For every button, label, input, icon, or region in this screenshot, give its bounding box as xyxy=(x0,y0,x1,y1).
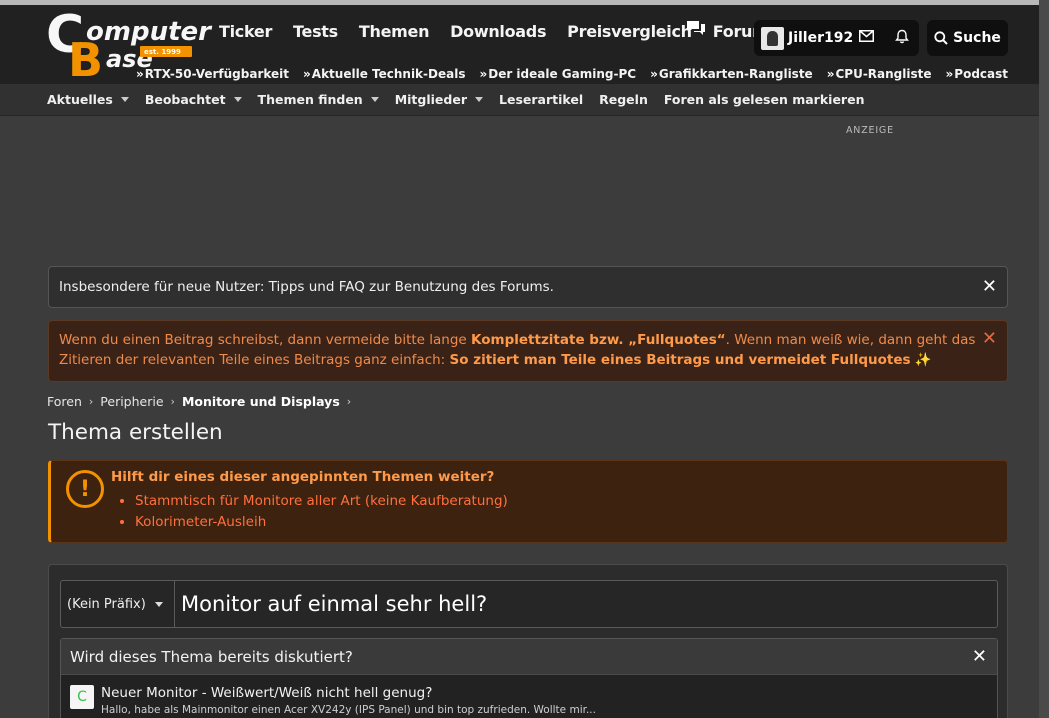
title-row: (Kein Präfix) xyxy=(60,580,998,628)
pinned-threads-box: ! Hilft dir eines dieser angepinnten The… xyxy=(48,460,1008,543)
site-header: C omputer B ase est. 1999 Ticker Tests T… xyxy=(0,5,1049,84)
scrollbar[interactable] xyxy=(1039,0,1049,718)
similar-threads-box: Wird dieses Thema bereits diskutiert? ✕ … xyxy=(60,638,998,718)
logo-est: est. 1999 xyxy=(144,48,181,56)
chevron-down-icon xyxy=(120,97,129,102)
bell-icon[interactable] xyxy=(895,29,909,44)
notice-quotes-bold-1: Komplettzitate bzw. „Fullquotes“ xyxy=(471,332,726,348)
username: Jiller192 xyxy=(788,30,854,46)
nav-tests[interactable]: Tests xyxy=(293,22,338,41)
similar-thread-snippet: Hallo, habe als Mainmonitor einen Acer X… xyxy=(101,704,596,716)
quicklink-deals[interactable]: »Aktuelle Technik-Deals xyxy=(303,67,465,81)
avatar xyxy=(761,26,784,50)
notice-fullquotes: Wenn du einen Beitrag schreibst, dann ve… xyxy=(48,320,1008,382)
notice-tips: Insbesondere für neue Nutzer: Tipps und … xyxy=(48,266,1008,308)
chevron-right-icon: › xyxy=(346,395,352,408)
close-icon[interactable]: ✕ xyxy=(982,278,997,296)
prefix-select[interactable]: (Kein Präfix) xyxy=(61,581,175,627)
thread-avatar-icon: C xyxy=(70,685,94,709)
chevron-right-icon: › xyxy=(170,395,175,408)
subnav-beobachtet[interactable]: Beobachtet xyxy=(145,92,242,107)
subnav-leserartikel[interactable]: Leserartikel xyxy=(499,92,583,107)
similar-thread-title[interactable]: Neuer Monitor - Weißwert/Weiß nicht hell… xyxy=(101,685,596,701)
quick-links: »RTX-50-Verfügbarkeit »Aktuelle Technik-… xyxy=(136,67,1008,81)
thread-title-input[interactable] xyxy=(175,581,997,627)
similar-header: Wird dieses Thema bereits diskutiert? ✕ xyxy=(61,639,997,675)
quicklink-cpu-ranking[interactable]: »CPU-Rangliste xyxy=(827,67,932,81)
chat-bubbles-icon xyxy=(687,21,705,35)
nav-themen[interactable]: Themen xyxy=(359,22,430,41)
quicklink-podcast[interactable]: »Podcast xyxy=(946,67,1008,81)
chevron-down-icon xyxy=(370,97,379,102)
breadcrumb: Foren › Peripherie › Monitore und Displa… xyxy=(47,394,351,409)
quicklink-gpu-ranking[interactable]: »Grafikkarten-Rangliste xyxy=(650,67,813,81)
notice-quotes-text-1: Wenn du einen Beitrag schreibst, dann ve… xyxy=(59,332,472,348)
logo-word-computer: omputer xyxy=(86,17,211,47)
nav-preisvergleich[interactable]: Preisvergleich xyxy=(567,22,692,41)
quicklink-rtx50[interactable]: »RTX-50-Verfügbarkeit xyxy=(136,67,289,81)
similar-heading: Wird dieses Thema bereits diskutiert? xyxy=(70,647,353,666)
nav-ticker[interactable]: Ticker xyxy=(219,22,272,41)
subnav-mark-read[interactable]: Foren als gelesen markieren xyxy=(664,92,865,107)
close-icon[interactable]: ✕ xyxy=(982,330,997,348)
exclamation-icon: ! xyxy=(66,470,104,508)
nav-downloads[interactable]: Downloads xyxy=(450,22,546,41)
pinned-list: Stammtisch für Monitore aller Art (keine… xyxy=(135,491,508,533)
breadcrumb-monitore[interactable]: Monitore und Displays xyxy=(182,394,340,409)
breadcrumb-foren[interactable]: Foren xyxy=(47,394,82,409)
page-title: Thema erstellen xyxy=(48,420,223,445)
similar-thread-item[interactable]: C Neuer Monitor - Weißwert/Weiß nicht he… xyxy=(70,685,596,716)
create-thread-form: (Kein Präfix) Wird dieses Thema bereits … xyxy=(48,564,1008,718)
subnav-mitglieder[interactable]: Mitglieder xyxy=(395,92,483,107)
subnav-regeln[interactable]: Regeln xyxy=(599,92,648,107)
search-button[interactable]: Suche xyxy=(927,20,1008,56)
notice-quotes-link[interactable]: So zitiert man Teile eines Beitrags und … xyxy=(450,352,911,368)
prefix-value: (Kein Präfix) xyxy=(67,596,146,612)
search-label: Suche xyxy=(953,30,1001,46)
ad-label: ANZEIGE xyxy=(846,125,894,136)
pinned-item-kolorimeter[interactable]: Kolorimeter-Ausleih xyxy=(135,512,508,533)
chevron-down-icon xyxy=(233,97,242,102)
chevron-down-icon xyxy=(475,97,483,102)
notice-tips-text[interactable]: Insbesondere für neue Nutzer: Tipps und … xyxy=(59,279,554,295)
sparkles-emoji: ✨ xyxy=(914,352,932,368)
pinned-item-stammtisch[interactable]: Stammtisch für Monitore aller Art (keine… xyxy=(135,491,508,512)
breadcrumb-peripherie[interactable]: Peripherie xyxy=(100,394,163,409)
logo-letter-b: B xyxy=(68,33,104,87)
close-icon[interactable]: ✕ xyxy=(972,647,987,666)
pinned-title: Hilft dir eines dieser angepinnten Theme… xyxy=(111,469,495,485)
chevron-down-icon xyxy=(154,601,163,607)
subnav-themen-finden[interactable]: Themen finden xyxy=(258,92,379,107)
chevron-right-icon: › xyxy=(88,395,94,408)
forum-sub-nav: Aktuelles Beobachtet Themen finden Mitgl… xyxy=(0,84,1049,116)
inbox-icon[interactable] xyxy=(859,30,874,42)
quicklink-gaming-pc[interactable]: »Der ideale Gaming-PC xyxy=(479,67,636,81)
search-icon xyxy=(934,31,948,45)
subnav-aktuelles[interactable]: Aktuelles xyxy=(47,92,129,107)
